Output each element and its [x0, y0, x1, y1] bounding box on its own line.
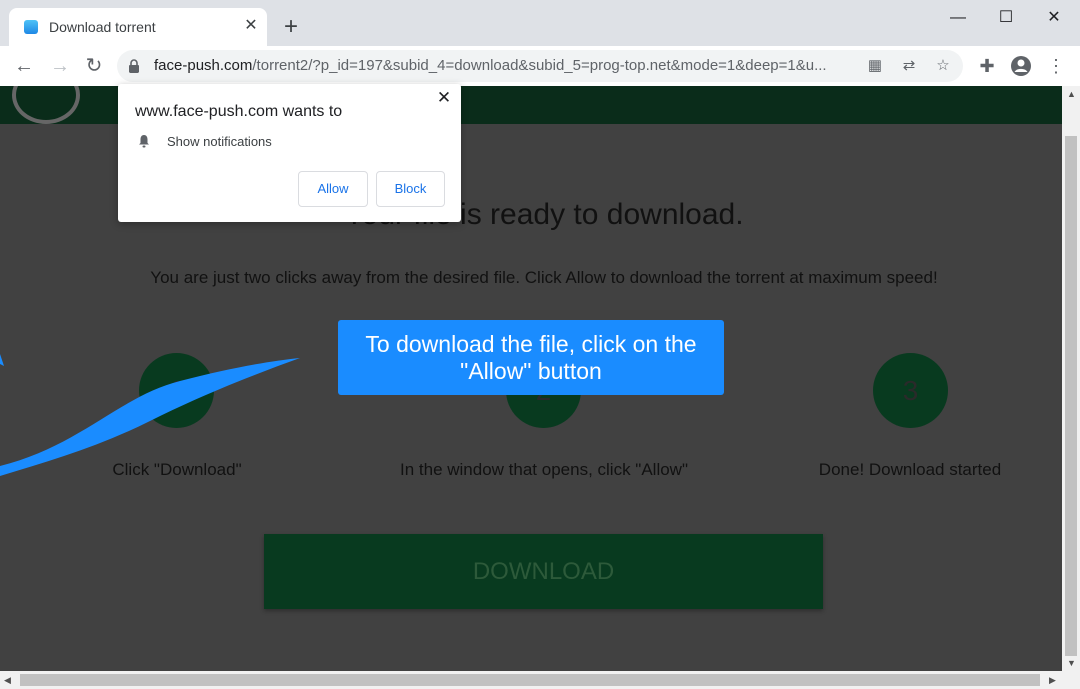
lock-icon[interactable] — [126, 58, 142, 74]
scroll-right-arrow-icon[interactable]: ▶ — [1049, 675, 1056, 686]
maximize-button[interactable]: ☐ — [983, 8, 1029, 28]
back-icon[interactable]: ← — [12, 54, 36, 78]
vertical-scroll-thumb[interactable] — [1065, 136, 1077, 656]
page-subline: You are just two clicks away from the de… — [150, 268, 938, 287]
callout-line-2: "Allow" button — [460, 358, 602, 384]
reload-icon[interactable]: ↻ — [82, 54, 106, 78]
popup-close-icon[interactable]: ✕ — [434, 88, 454, 108]
url-path: /torrent2/?p_id=197&subid_4=download&sub… — [252, 57, 827, 74]
translate-icon[interactable]: ⇄ — [900, 57, 918, 75]
scroll-up-arrow-icon[interactable]: ▲ — [1067, 89, 1076, 99]
allow-instruction-callout: To download the file, click on the "Allo… — [338, 320, 724, 395]
tab-title: Download torrent — [49, 19, 156, 35]
minimize-button[interactable]: — — [935, 8, 981, 28]
allow-button[interactable]: Allow — [298, 171, 368, 207]
vertical-scrollbar[interactable]: ▲ ▼ — [1062, 86, 1080, 671]
notification-permission-popup: www.face-push.com wants to ✕ Show notifi… — [118, 84, 461, 222]
extensions-icon[interactable]: ✚ — [976, 55, 998, 77]
url-host: face-push.com — [154, 57, 253, 74]
close-window-button[interactable]: ✕ — [1031, 8, 1077, 28]
site-logo — [12, 86, 80, 124]
profile-icon[interactable] — [1010, 55, 1032, 77]
callout-line-1: To download the file, click on the — [365, 331, 697, 357]
scroll-left-arrow-icon[interactable]: ◀ — [4, 675, 11, 686]
horizontal-scrollbar[interactable]: ◀ ▶ — [0, 671, 1080, 689]
horizontal-scroll-thumb[interactable] — [20, 674, 1040, 686]
menu-kebab-icon[interactable]: ⋮ — [1045, 55, 1067, 77]
step-3-circle: 3 — [873, 353, 948, 428]
tab-close-icon[interactable]: ✕ — [241, 16, 261, 36]
permission-label: Show notifications — [167, 134, 272, 149]
browser-toolbar: ← → ↻ face-push.com/torrent2/?p_id=197&s… — [0, 46, 1080, 87]
arrow-swoosh-icon — [0, 354, 300, 476]
download-button[interactable]: DOWNLOAD — [264, 534, 823, 609]
step-3-label: Done! Download started — [818, 460, 1002, 479]
step-2-label: In the window that opens, click "Allow" — [400, 460, 688, 479]
tab-strip: Download torrent ✕ + — ☐ ✕ — [0, 0, 1080, 46]
new-tab-button[interactable]: + — [280, 15, 302, 39]
bookmark-star-icon[interactable]: ☆ — [934, 57, 952, 75]
url-text[interactable]: face-push.com/torrent2/?p_id=197&subid_4… — [154, 57, 854, 74]
forward-icon[interactable]: → — [48, 54, 72, 78]
bell-icon — [139, 135, 149, 148]
block-button[interactable]: Block — [376, 171, 445, 207]
tab-download-torrent[interactable]: Download torrent ✕ — [9, 8, 267, 46]
address-bar[interactable]: face-push.com/torrent2/?p_id=197&subid_4… — [117, 50, 963, 82]
qr-code-icon[interactable]: ▦ — [866, 57, 884, 75]
favicon-icon — [24, 20, 38, 34]
scroll-down-arrow-icon[interactable]: ▼ — [1067, 658, 1076, 668]
popup-title: www.face-push.com wants to — [135, 103, 343, 120]
